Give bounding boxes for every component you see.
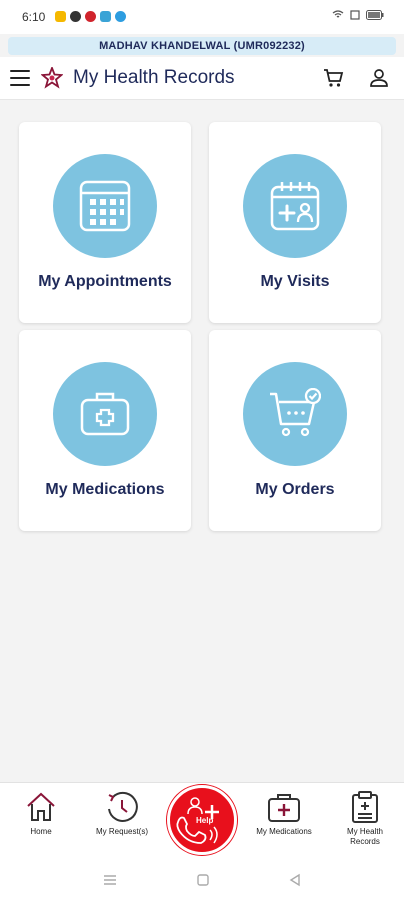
nav-home-label: Home [30,827,52,836]
my-medications-card[interactable]: My Medications [19,330,191,531]
nav-records-label-line1: My Health [346,827,383,836]
app-header: My Health Records [0,57,404,100]
nav-requests[interactable]: My Request(s) [86,791,158,837]
help-button[interactable]: Help [167,785,237,855]
notification-icon [115,11,126,22]
card-label: My Orders [255,481,335,498]
icon-circle [53,362,157,466]
card-label: My Appointments [38,273,172,290]
menu-icon[interactable] [10,70,30,86]
user-icon[interactable] [368,67,390,89]
cart-icon[interactable] [322,67,344,89]
system-status-icons [332,10,384,20]
nav-records-label: My Health Records [335,827,395,847]
notification-icons [55,11,126,22]
notification-icon [70,11,81,22]
health-record-icon [352,791,378,823]
calendar-icon [79,180,131,232]
request-clock-icon [108,791,138,822]
nav-requests-label: My Request(s) [95,827,148,836]
notification-icon [100,11,111,22]
system-nav [0,860,404,900]
visit-calendar-icon [270,182,320,231]
my-orders-card[interactable]: My Orders [209,330,381,531]
home-system-icon[interactable] [196,873,210,887]
medical-kit-icon [80,392,130,436]
status-bar: 6:10 [0,0,404,34]
back-icon[interactable] [288,873,302,887]
patient-banner: MADHAV KHANDELWAL (UMR092232) [8,37,396,55]
nav-medications-label: My Medications [256,827,312,836]
icon-circle [243,362,347,466]
nav-home[interactable]: Home [18,791,64,837]
medications-icon [268,794,300,822]
nav-records-label-line2: Records [350,837,380,846]
battery-icon [366,10,384,20]
card-label: My Visits [260,273,330,290]
icon-circle [53,154,157,258]
notification-icon [85,11,96,22]
my-visits-card[interactable]: My Visits [209,122,381,323]
wifi-icon [332,10,344,18]
status-time: 6:10 [22,10,46,24]
home-icon [27,792,55,821]
help-label: Help [196,816,214,825]
nav-medications[interactable]: My Medications [245,791,323,837]
notification-icon [55,11,66,22]
sim-icon [350,10,360,20]
card-label: My Medications [45,481,165,498]
logo-icon [41,67,63,89]
icon-circle [243,154,347,258]
nav-health-records[interactable]: My Health Records [335,791,395,847]
recents-icon[interactable] [103,873,117,887]
my-appointments-card[interactable]: My Appointments [19,122,191,323]
cart-check-icon [270,388,321,437]
page-title: My Health Records [73,67,235,88]
